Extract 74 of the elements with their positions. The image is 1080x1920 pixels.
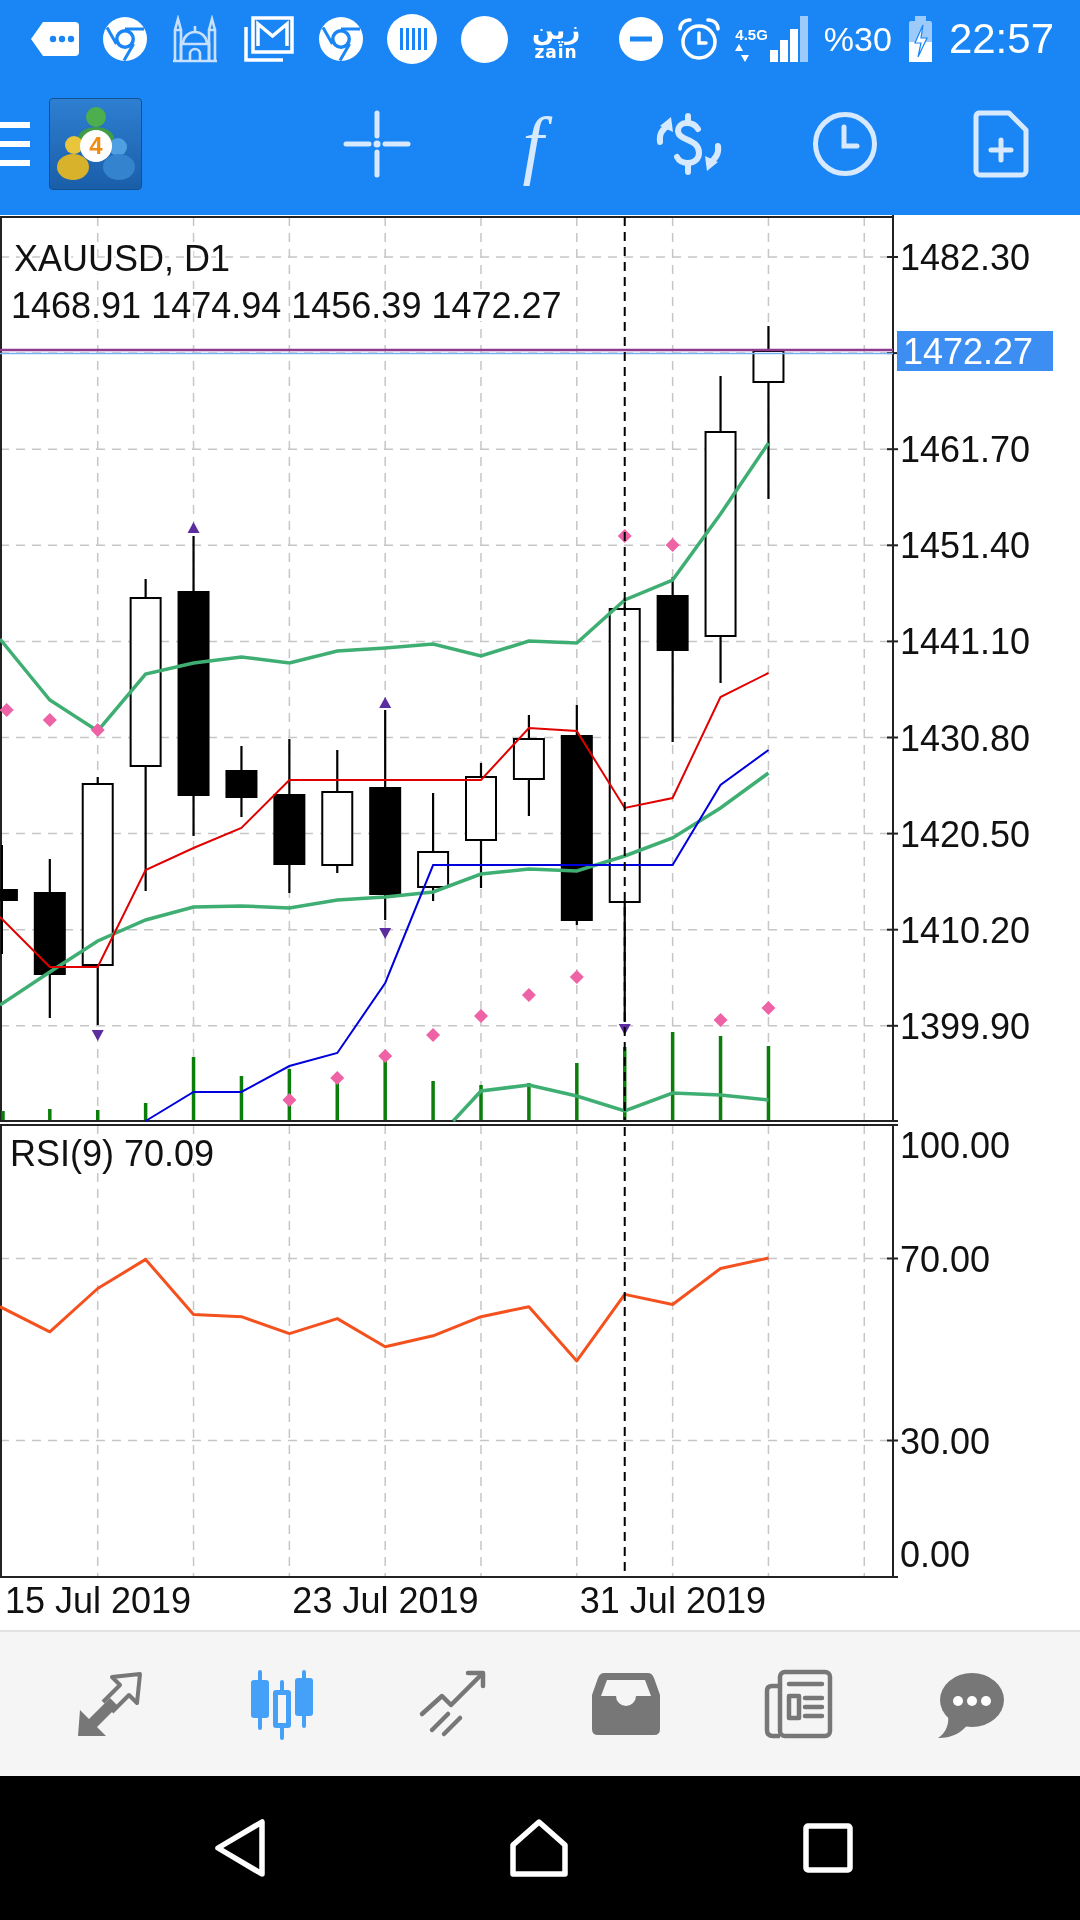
diamond-marker bbox=[330, 1071, 345, 1085]
aperture-icon bbox=[103, 17, 147, 61]
axis-label: 70.00 bbox=[900, 1238, 991, 1280]
alarm-clock-icon bbox=[677, 17, 722, 61]
candle bbox=[225, 746, 258, 817]
battery-percent: %30 bbox=[823, 22, 892, 56]
current-price-tag: 1472.27 bbox=[897, 331, 1053, 372]
volume-bar bbox=[48, 1109, 52, 1120]
date-label: 15 Jul 2019 bbox=[4, 1580, 192, 1621]
ohlc-values: 1468.91 1474.94 1456.39 1472.27 bbox=[11, 285, 562, 326]
price-label: 1410.20 bbox=[900, 909, 1031, 951]
carrier-name: zain bbox=[534, 44, 578, 62]
aperture-icon bbox=[319, 17, 363, 61]
indicator-label: RSI(9) 70.09 bbox=[10, 1133, 215, 1174]
axis-label: 100.00 bbox=[900, 1125, 1011, 1166]
diamond-marker bbox=[426, 1028, 441, 1042]
volume-bar bbox=[287, 1069, 292, 1120]
network-type: 4.5G bbox=[735, 27, 768, 42]
volume-bar bbox=[431, 1081, 435, 1120]
price-label: 1420.50 bbox=[900, 813, 1031, 855]
home-icon[interactable] bbox=[509, 1818, 569, 1878]
triangle-marker bbox=[187, 522, 200, 533]
volume-bar bbox=[575, 1063, 579, 1120]
clock-icon[interactable] bbox=[812, 110, 878, 177]
price-label: 1482.30 bbox=[900, 237, 1031, 278]
back-icon[interactable] bbox=[213, 1818, 267, 1878]
carrier-name: زين bbox=[532, 16, 581, 45]
date-label: 31 Jul 2019 bbox=[579, 1580, 766, 1621]
volume-bar bbox=[1, 1111, 5, 1120]
volume-bar bbox=[383, 1060, 387, 1120]
triangle-marker bbox=[91, 1030, 104, 1041]
price-label: 1441.10 bbox=[900, 621, 1031, 663]
diamond-marker bbox=[474, 1009, 488, 1023]
date-label: 23 Jul 2019 bbox=[292, 1580, 479, 1621]
circle-icon bbox=[461, 15, 508, 63]
message-icon bbox=[31, 22, 79, 56]
signal-icon bbox=[769, 16, 810, 62]
axis-label: 30.00 bbox=[900, 1420, 991, 1462]
mail-stack-icon bbox=[243, 15, 295, 63]
price-label: 1399.90 bbox=[900, 1005, 1031, 1047]
diamond-marker bbox=[665, 538, 680, 552]
square-icon[interactable] bbox=[803, 1823, 853, 1873]
symbol-label: XAUUSD, D1 bbox=[14, 238, 231, 279]
diamond-marker bbox=[282, 1093, 297, 1107]
diamond-marker bbox=[378, 1049, 393, 1063]
volume-bar bbox=[191, 1057, 196, 1120]
diamond-marker bbox=[569, 970, 584, 984]
new-document-icon[interactable] bbox=[973, 109, 1029, 178]
triangle-marker bbox=[618, 1024, 631, 1035]
data-arrows-icon bbox=[735, 44, 750, 62]
volume-bar bbox=[239, 1076, 244, 1120]
price-label: 1461.70 bbox=[900, 429, 1031, 471]
diamond-marker bbox=[0, 703, 14, 717]
newspaper-icon[interactable] bbox=[762, 1668, 834, 1740]
price-label: 1430.80 bbox=[900, 717, 1031, 759]
diamond-marker bbox=[617, 529, 632, 543]
volume-bar bbox=[527, 1083, 531, 1120]
barcode-icon bbox=[387, 14, 437, 64]
diamond-marker bbox=[521, 988, 536, 1002]
crosshair-icon[interactable] bbox=[343, 109, 411, 178]
diamond-marker bbox=[713, 1013, 728, 1027]
volume-bar bbox=[479, 1085, 483, 1120]
triangle-marker bbox=[379, 697, 392, 708]
menu-icon[interactable] bbox=[0, 121, 30, 166]
minus-circle-icon bbox=[619, 17, 664, 61]
price-label: 1451.40 bbox=[900, 525, 1031, 567]
axis-label: 0.00 bbox=[900, 1534, 971, 1575]
diamond-marker bbox=[761, 1001, 776, 1015]
diamond-marker bbox=[42, 713, 57, 727]
mosque-icon bbox=[171, 15, 219, 63]
triangle-marker bbox=[379, 928, 392, 939]
volume-bar bbox=[335, 1082, 339, 1120]
clock-time: 22:57 bbox=[948, 18, 1054, 60]
diamond-marker bbox=[90, 723, 105, 737]
